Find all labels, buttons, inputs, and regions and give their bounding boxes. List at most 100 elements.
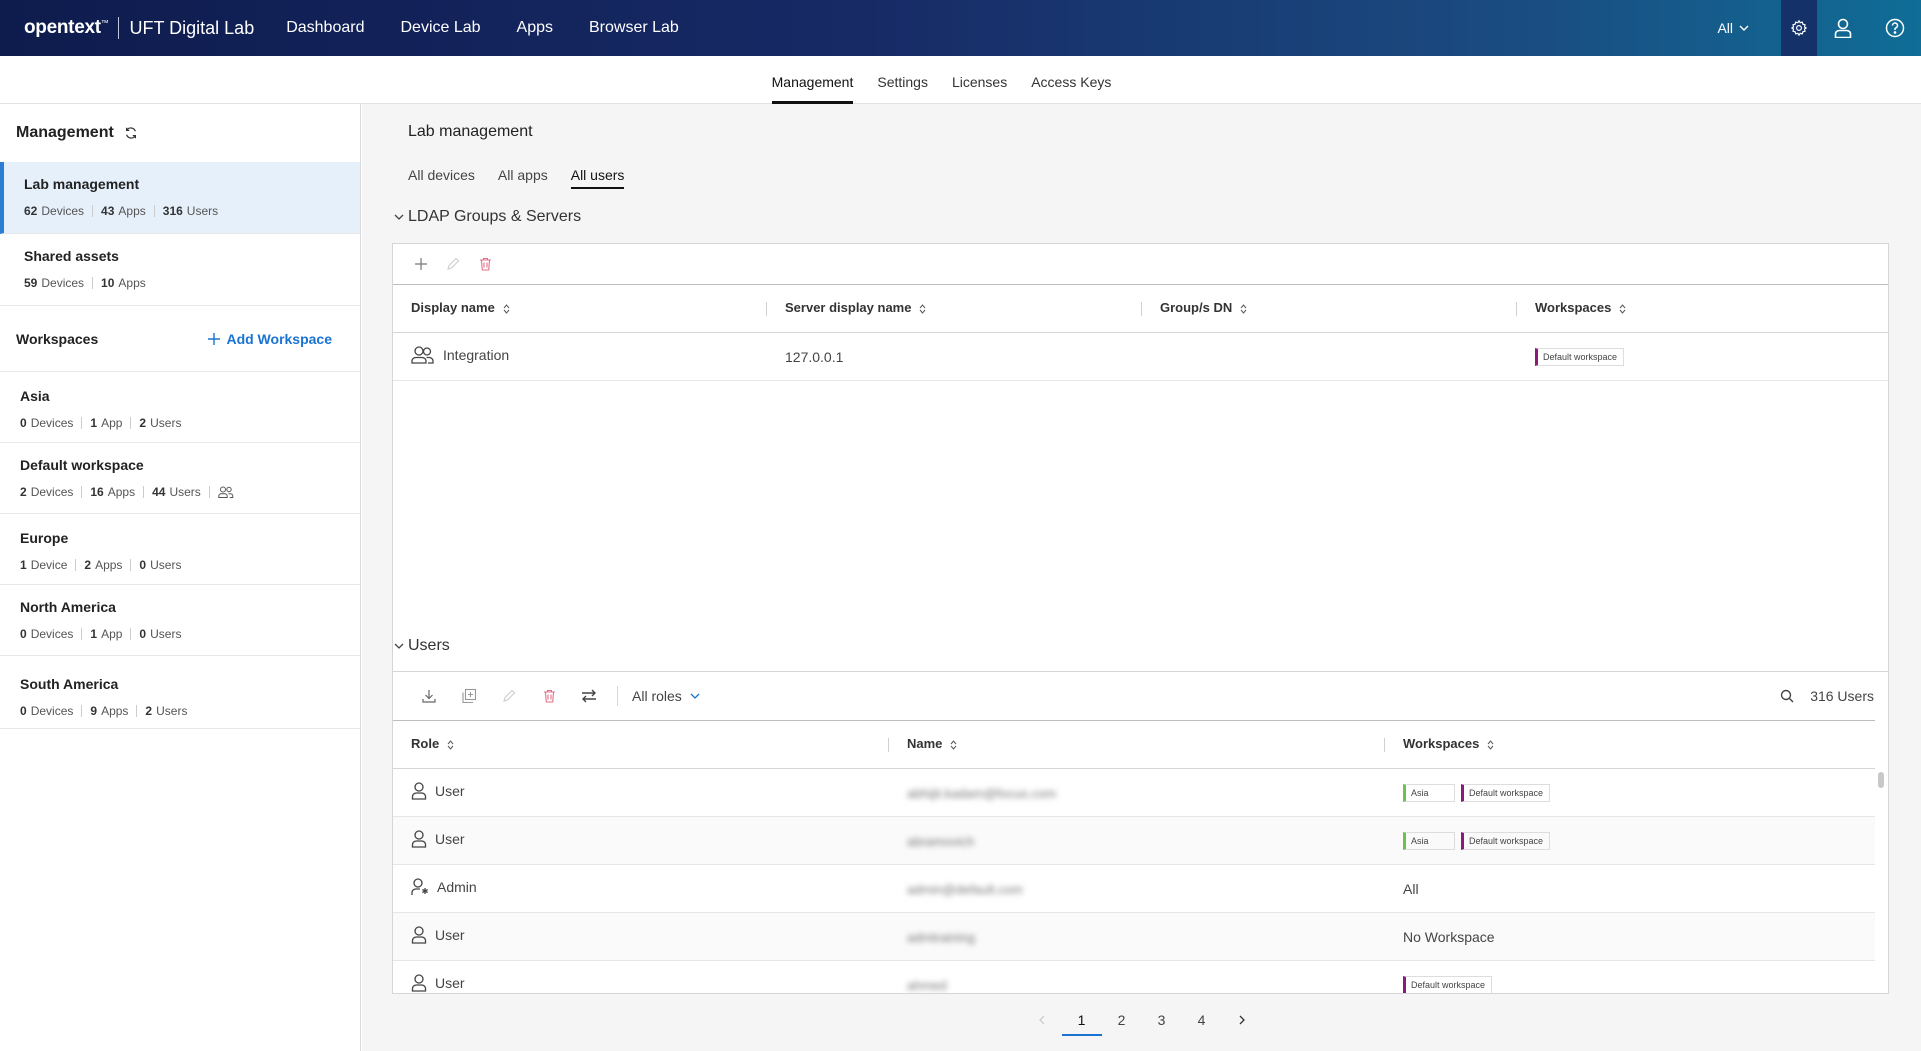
sidebar-item-lab-management[interactable]: Lab management 62 Devices 43 Apps 316 Users [0,162,360,234]
sort-icon [503,302,510,317]
divider [143,486,145,498]
workspace-selector[interactable]: All [1717,20,1749,36]
next-page-button[interactable] [1222,1004,1262,1036]
download-icon [422,690,436,703]
page-4-button[interactable]: 4 [1182,1004,1222,1036]
toolbar-right: 316 Users [1780,688,1874,704]
table-row[interactable]: User ahmed Default workspace [393,960,1875,993]
devices-count: 0 [20,416,27,430]
add-workspace-label: Add Workspace [226,330,332,347]
devices-label: Devices [41,204,85,218]
users-section-toggle[interactable]: Users [394,637,450,655]
roles-filter-label: All roles [632,688,682,704]
scrollbar-thumb[interactable] [1878,772,1884,788]
column-header-workspaces[interactable]: Workspaces [1385,720,1875,769]
user-name-text: admtraining [907,929,975,945]
users-count: 0 [139,627,147,641]
nav-browser-lab[interactable]: Browser Lab [571,19,697,37]
sidebar-item-workspace-south-america[interactable]: South America 0 Devices 9 Apps 2 Users [0,656,360,729]
admin-subnav: Management Settings Licenses Access Keys [0,56,1921,104]
nav-dashboard[interactable]: Dashboard [268,19,382,37]
tab-management[interactable]: Management [760,56,866,104]
edit-user-button[interactable] [489,680,529,712]
sidebar-item-workspace-default[interactable]: Default workspace 2 Devices 16 Apps 44 User… [0,443,360,514]
workspace-name: North America [20,599,116,615]
brand: opentext™ UFT Digital Lab [24,17,254,39]
sidebar-item-shared-assets[interactable]: Shared assets 59 Devices 10 Apps [0,234,360,306]
transfer-button[interactable] [569,680,609,712]
refresh-icon[interactable] [124,126,138,140]
tab-access-keys[interactable]: Access Keys [1019,56,1123,104]
roles-filter-dropdown[interactable]: All roles [632,688,700,704]
search-icon[interactable] [1780,689,1794,703]
workspace-tag: Asia [1403,832,1455,850]
user-profile-button[interactable] [1817,0,1869,56]
table-row[interactable]: User abhijit.kadam@focus.com Asia Default… [393,768,1875,817]
devices-count: 62 [24,204,38,218]
users-toolbar: All roles 316 Users [393,672,1888,720]
item-stats: 0 Devices 9 Apps 2 Users [20,704,360,718]
item-stats: 0 Devices 1 App 0 Users [20,627,360,641]
divider [153,205,155,217]
chevron-down-icon [394,214,404,220]
help-icon [1885,18,1905,38]
column-header-group-dn[interactable]: Group/s DN [1142,284,1517,333]
tab-all-users[interactable]: All users [570,167,624,189]
ldap-toolbar [393,244,1888,284]
role-text: User [435,783,465,800]
main-nav: Dashboard Device Lab Apps Browser Lab [268,19,697,37]
devices-count: 0 [20,627,27,641]
ldap-section-toggle[interactable]: LDAP Groups & Servers [394,208,581,226]
role-text: User [435,831,465,848]
sidebar-item-label: Lab management [24,176,140,192]
table-row[interactable]: Admin admin@default.com All [393,864,1875,913]
delete-user-button[interactable] [529,680,569,712]
prev-page-button[interactable] [1022,1004,1062,1036]
column-label: Role [411,736,440,752]
nav-device-lab[interactable]: Device Lab [382,19,498,37]
page-3-button[interactable]: 3 [1142,1004,1182,1036]
cell-name: ahmed [889,960,1385,993]
cell-name: abramovich [889,816,1385,865]
table-row[interactable]: User admtraining No Workspace [393,912,1875,961]
apps-label: Apps [118,204,146,218]
devices-count: 1 [20,558,27,572]
column-header-server-display-name[interactable]: Server display name [767,284,1142,333]
tab-all-devices[interactable]: All devices [408,167,475,189]
brand-logo[interactable]: opentext™ [24,17,109,39]
download-button[interactable] [409,680,449,712]
column-header-display-name[interactable]: Display name [393,284,767,333]
sort-icon [1240,302,1247,317]
tab-all-apps[interactable]: All apps [498,167,548,189]
swap-icon [582,689,596,703]
users-label: Users [150,558,182,572]
page-1-button[interactable]: 1 [1061,1004,1102,1036]
duplicate-button[interactable] [449,680,489,712]
users-label: Users [186,204,219,218]
edit-ldap-button[interactable] [433,248,473,280]
apps-label: Apps [95,558,123,572]
tab-settings[interactable]: Settings [865,56,940,104]
sidebar-item-workspace-north-america[interactable]: North America 0 Devices 1 App 0 Users [0,585,360,656]
plus-icon [208,332,221,345]
table-row[interactable]: User abramovich Asia Default workspace [393,816,1875,865]
column-label: Workspaces [1403,736,1480,752]
column-header-name[interactable]: Name [889,720,1385,769]
add-ldap-button[interactable] [409,248,433,280]
table-row[interactable]: Integration 127.0.0.1 Default workspace [393,332,1888,381]
column-header-workspaces[interactable]: Workspaces [1517,284,1888,333]
sidebar-item-workspace-asia[interactable]: Asia 0 Devices 1 App 2 Users [0,372,360,443]
workspace-tag: Default workspace [1535,348,1625,366]
tab-licenses[interactable]: Licenses [940,56,1019,104]
nav-apps[interactable]: Apps [499,19,571,37]
help-button[interactable] [1869,0,1921,56]
add-workspace-button[interactable]: Add Workspace [208,331,332,347]
column-header-role[interactable]: Role [393,720,889,769]
sidebar-item-workspace-europe[interactable]: Europe 1 Device 2 Apps 0 Users [0,514,360,585]
sort-icon [1487,738,1494,753]
chevron-down-icon [394,643,404,649]
page-2-button[interactable]: 2 [1102,1004,1142,1036]
toolbar-divider [617,686,618,706]
settings-button[interactable] [1781,0,1817,56]
delete-ldap-button[interactable] [473,248,497,280]
